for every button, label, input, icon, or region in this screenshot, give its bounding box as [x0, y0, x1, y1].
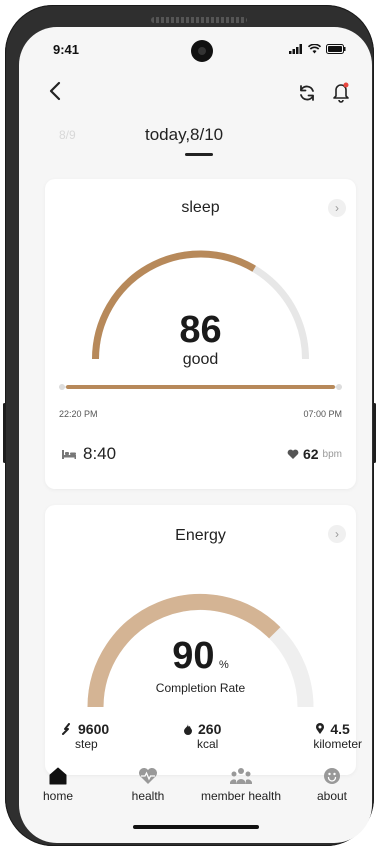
kcal-value: 260 — [198, 721, 222, 737]
tab-member-health-label: member health — [200, 789, 282, 803]
bed-icon — [62, 450, 76, 459]
distance-stat: 4.5 kilometer — [313, 721, 362, 751]
date-tabs: 8/9 today,8/10 — [19, 123, 372, 163]
side-button-left — [3, 403, 6, 463]
heart-pulse-icon — [139, 768, 157, 784]
tab-about[interactable]: about — [307, 767, 357, 803]
timeline-fill — [66, 385, 335, 389]
tab-about-label: about — [316, 789, 348, 803]
sleep-timeline — [59, 382, 342, 392]
speaker-grille — [151, 17, 247, 23]
status-bar: 9:41 — [19, 40, 372, 62]
signal-icon — [289, 44, 302, 54]
kcal-stat: 260 kcal — [183, 721, 221, 751]
sleep-title: sleep — [181, 199, 220, 216]
steps-stat: 9600 step — [61, 721, 109, 751]
heart-rate-unit: bpm — [322, 448, 342, 460]
active-tab-indicator — [185, 153, 213, 156]
chevron-right-icon[interactable]: › — [328, 525, 346, 543]
distance-unit: kilometer — [313, 737, 362, 751]
bell-icon[interactable] — [331, 81, 351, 103]
status-icons — [289, 44, 346, 54]
back-arrow-icon[interactable] — [45, 79, 67, 103]
people-icon — [230, 768, 252, 784]
steps-unit: step — [75, 737, 98, 751]
tab-health[interactable]: health — [123, 767, 173, 803]
energy-card[interactable]: Energy › 90 % Completion Rate 9600 step — [45, 505, 362, 775]
heart-rate-value: 62 — [302, 446, 319, 462]
sleep-start-time: 22:20 PM — [59, 409, 98, 419]
app-screen: 9:41 8/9 today,8/10 sleep › 86 good 22:2… — [19, 27, 372, 843]
home-icon — [49, 767, 67, 785]
sleep-end-time: 07:00 PM — [303, 409, 342, 419]
flame-icon — [184, 724, 192, 735]
phone-frame: 9:41 8/9 today,8/10 sleep › 86 good 22:2… — [3, 5, 376, 846]
chevron-right-icon[interactable]: › — [328, 199, 346, 217]
walk-icon — [62, 723, 70, 735]
wifi-icon — [308, 44, 321, 54]
battery-icon — [326, 44, 346, 54]
refresh-icon[interactable] — [297, 83, 317, 103]
tab-home-label: home — [42, 789, 74, 803]
energy-title: Energy — [175, 527, 226, 544]
front-camera — [191, 40, 213, 62]
energy-score-group: 90 % — [45, 635, 356, 678]
sleep-score: 86 — [179, 309, 222, 351]
tab-member-health[interactable]: member health — [193, 767, 289, 803]
heart-icon — [287, 449, 299, 459]
home-indicator — [133, 825, 259, 829]
kcal-unit: kcal — [197, 737, 219, 751]
location-pin-icon — [316, 723, 325, 734]
current-date-tab[interactable]: today,8/10 — [145, 125, 223, 145]
sleep-duration-value: 8:40 — [83, 444, 117, 463]
energy-label: Completion Rate — [155, 681, 246, 695]
sleep-card[interactable]: sleep › 86 good 22:20 PM 07:00 PM 8:40 6… — [45, 179, 356, 489]
top-nav — [19, 79, 372, 107]
energy-score: 90 — [172, 635, 215, 677]
timeline-start-dot — [59, 384, 65, 390]
bottom-tab-bar: home health member health about — [19, 767, 372, 817]
sleep-duration: 8:40 — [61, 444, 116, 464]
side-button-right — [373, 403, 376, 463]
sleep-rating: good — [182, 351, 219, 368]
previous-date-tab[interactable]: 8/9 — [59, 128, 76, 142]
smile-icon — [324, 768, 340, 784]
tab-health-label: health — [131, 789, 165, 803]
energy-unit: % — [218, 659, 229, 671]
status-time: 9:41 — [53, 42, 80, 57]
timeline-end-dot — [336, 384, 342, 390]
tab-home[interactable]: home — [33, 767, 83, 803]
sleep-heart-rate: 62 bpm — [287, 446, 342, 462]
steps-value: 9600 — [78, 721, 110, 737]
distance-value: 4.5 — [330, 721, 350, 737]
